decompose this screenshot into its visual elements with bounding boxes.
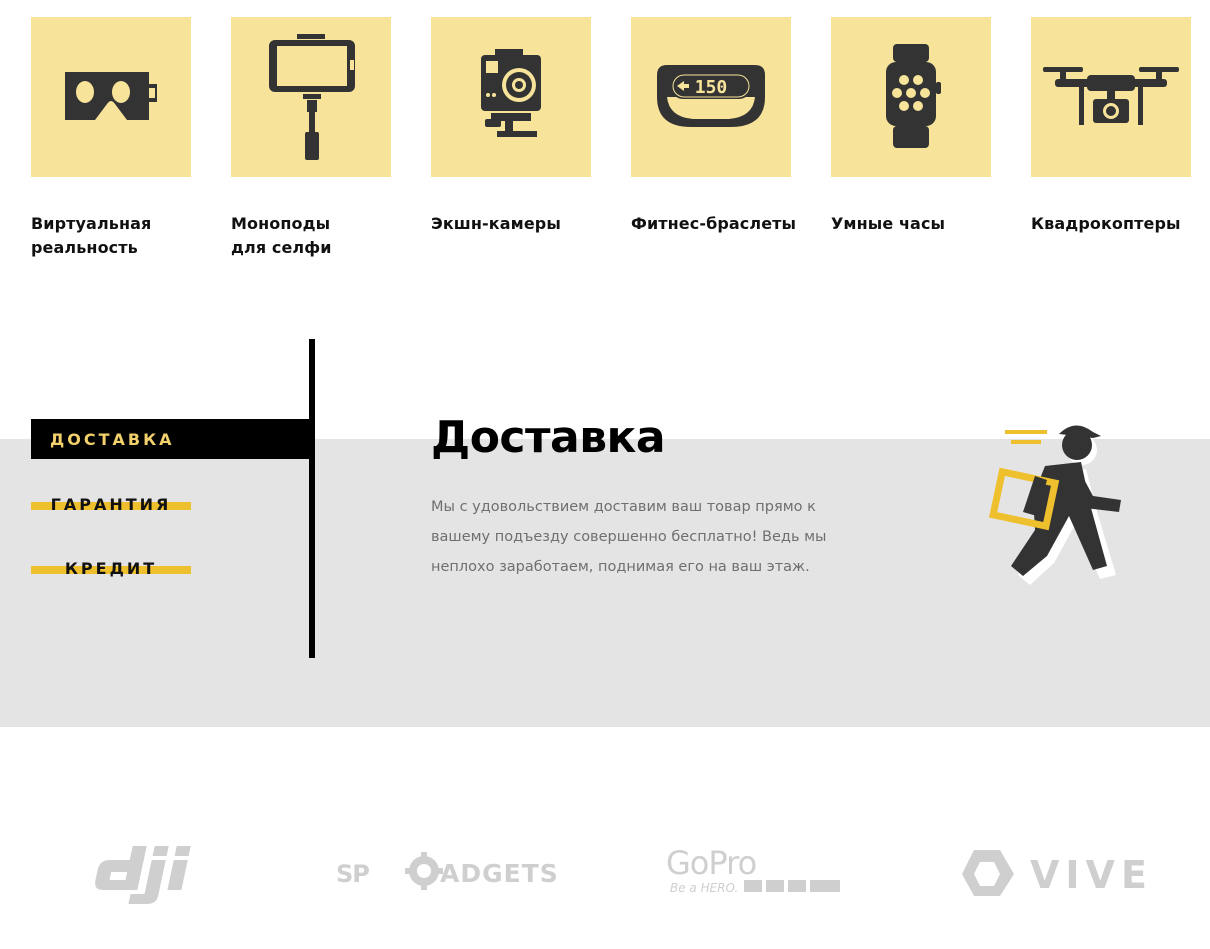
category-list: Виртуальная реальность Моноподы для селф… [0, 0, 1210, 300]
brand-dji[interactable] [94, 840, 224, 910]
brand-vive[interactable]: VIVE [960, 846, 1160, 900]
gopro-logo: GoPro Be a HERO. [666, 846, 840, 895]
fitness-display: 150 [695, 77, 728, 98]
category-label[interactable]: Фитнес-браслеты [631, 212, 811, 236]
svg-text:SP: SP [336, 860, 369, 888]
category-selfie-stick[interactable]: Моноподы для селфи [231, 17, 391, 257]
category-vr[interactable]: Виртуальная реальность [31, 17, 191, 257]
dji-logo [95, 846, 191, 904]
drone-icon [1043, 67, 1179, 125]
brand-gopro[interactable]: GoPro Be a HERO. [666, 846, 846, 896]
tab-delivery-label[interactable]: ДОСТАВКА [50, 430, 175, 449]
courier-running-icon [988, 425, 1121, 585]
category-drone[interactable]: Квадрокоптеры [1031, 17, 1191, 233]
sp-gadgets-logo: SP ADGETS [336, 852, 559, 890]
tabs-divider [309, 339, 315, 658]
smartwatch-icon [886, 44, 941, 148]
section-text: Мы с удовольствием доставим ваш товар пр… [431, 499, 827, 575]
vive-logo: VIVE [962, 850, 1153, 897]
svg-text:ADGETS: ADGETS [440, 859, 559, 888]
category-action-camera[interactable]: Экшн-камеры [431, 17, 591, 233]
tab-warranty[interactable]: ГАРАНТИЯ [31, 492, 191, 516]
tab-credit[interactable]: КРЕДИТ [31, 556, 191, 580]
brand-sp-gadgets[interactable]: SP ADGETS [336, 850, 592, 892]
category-label[interactable]: Виртуальная реальность [31, 212, 211, 260]
category-label[interactable]: Экшн-камеры [431, 212, 611, 236]
vive-wordmark: VIVE [1030, 853, 1153, 897]
category-label[interactable]: Квадрокоптеры [1031, 212, 1210, 236]
category-label[interactable]: Моноподы для селфи [231, 212, 411, 260]
fitness-band-icon: 150 [657, 65, 765, 127]
category-smartwatch[interactable]: Умные часы [831, 17, 991, 233]
category-tile[interactable]: 150 [631, 17, 791, 177]
action-camera-icon [481, 49, 541, 137]
category-tile[interactable] [831, 17, 991, 177]
category-tile[interactable] [31, 17, 191, 177]
gopro-wordmark: GoPro [666, 846, 756, 882]
section-title: Доставка [431, 412, 666, 463]
category-fitness-band[interactable]: 150 Фитнес-браслеты [631, 17, 796, 233]
tab-credit-label[interactable]: КРЕДИТ [65, 559, 157, 578]
category-tile[interactable] [431, 17, 591, 177]
vr-headset-icon [65, 72, 157, 120]
selfie-stick-icon [269, 34, 355, 160]
category-tile[interactable] [231, 17, 391, 177]
courier-illustration [985, 420, 1135, 590]
tab-warranty-label[interactable]: ГАРАНТИЯ [51, 495, 172, 514]
category-tile[interactable] [1031, 17, 1191, 177]
gopro-tagline: Be a HERO. [670, 881, 738, 895]
tab-delivery[interactable]: ДОСТАВКА [31, 419, 311, 459]
category-label[interactable]: Умные часы [831, 212, 1011, 236]
